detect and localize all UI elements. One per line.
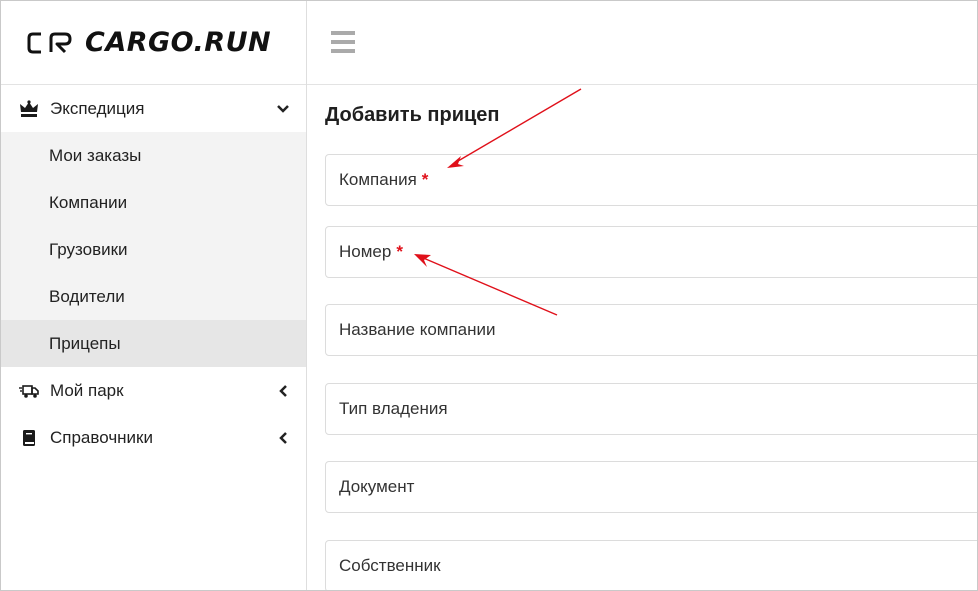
app-window: CARGO.RUN Экспедиция Мои заказы Компании… — [0, 0, 978, 591]
logo[interactable]: CARGO.RUN — [1, 1, 306, 85]
page-title: Добавить прицеп — [325, 104, 500, 126]
sidebar-group-my-fleet[interactable]: Мой парк — [1, 367, 306, 414]
field-label: Номер — [339, 242, 392, 261]
document-field[interactable]: Документ — [325, 461, 977, 513]
sidebar-item-my-orders[interactable]: Мои заказы — [1, 132, 306, 179]
book-icon — [19, 428, 39, 448]
logo-text: CARGO.RUN — [85, 27, 272, 58]
field-label: Компания — [339, 170, 417, 189]
sidebar-group-label: Экспедиция — [50, 98, 145, 118]
sidebar-group-references[interactable]: Справочники — [1, 414, 306, 461]
topbar — [307, 1, 977, 85]
company-field[interactable]: Компания * — [325, 154, 977, 206]
chevron-down-icon — [276, 102, 290, 116]
hamburger-menu-icon[interactable] — [331, 31, 355, 53]
sidebar: CARGO.RUN Экспедиция Мои заказы Компании… — [1, 1, 307, 590]
truck-icon — [19, 381, 39, 401]
cargo-logo-icon — [27, 32, 72, 53]
chevron-left-icon — [276, 431, 290, 445]
field-label: Документ — [339, 477, 415, 496]
required-marker: * — [421, 170, 429, 189]
sidebar-group-expedition[interactable]: Экспедиция — [1, 85, 306, 132]
required-marker: * — [396, 242, 403, 261]
sidebar-menu: Экспедиция Мои заказы Компании Грузовики… — [1, 85, 306, 461]
number-field[interactable]: Номер * — [325, 226, 977, 278]
sidebar-item-companies[interactable]: Компании — [1, 179, 306, 226]
sidebar-group-label: Справочники — [50, 427, 153, 447]
owner-field[interactable]: Собственник — [325, 540, 977, 590]
sidebar-item-trailers[interactable]: Прицепы — [1, 320, 306, 367]
sidebar-item-trucks[interactable]: Грузовики — [1, 226, 306, 273]
crown-icon — [19, 99, 39, 119]
ownership-type-field[interactable]: Тип владения — [325, 383, 977, 435]
field-label: Название компании — [339, 320, 496, 339]
sidebar-item-drivers[interactable]: Водители — [1, 273, 306, 320]
company-name-field[interactable]: Название компании — [325, 304, 977, 356]
field-label: Собственник — [339, 556, 441, 575]
sidebar-submenu: Мои заказы Компании Грузовики Водители П… — [1, 132, 306, 367]
sidebar-group-label: Мой парк — [50, 380, 124, 400]
main-content: Добавить прицеп Компания * Номер * Назва… — [307, 85, 977, 590]
chevron-left-icon — [276, 384, 290, 398]
field-label: Тип владения — [339, 399, 448, 418]
